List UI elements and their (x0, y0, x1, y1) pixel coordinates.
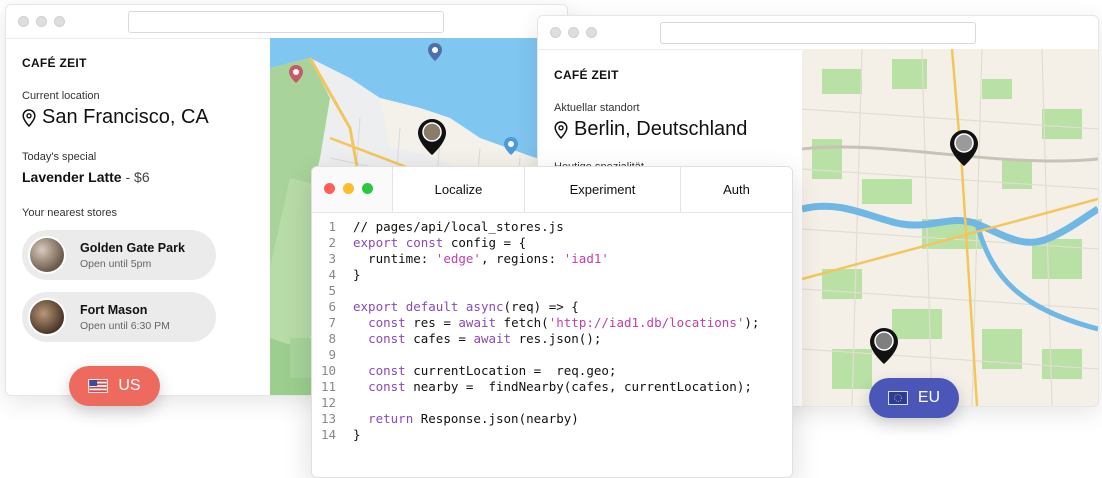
code-line: } (353, 427, 361, 442)
code-line: export const config = { (353, 235, 527, 250)
code-line: export default async(req) => { (353, 299, 579, 314)
editor-tab-bar: Localize Experiment Auth (312, 167, 792, 213)
store-thumbnail (28, 298, 66, 336)
map-marker-icon[interactable] (417, 118, 447, 156)
line-number: 4 (328, 267, 336, 282)
berlin-map[interactable] (802, 49, 1098, 406)
eu-badge-label: EU (917, 389, 941, 406)
us-badge-label: US (118, 377, 141, 394)
line-number: 11 (320, 379, 336, 394)
nearest-stores-label: Your nearest stores (22, 207, 117, 219)
line-number: 3 (328, 251, 336, 266)
line-number: 9 (328, 347, 336, 362)
code-line: return Response.json(nearby) (368, 411, 579, 426)
store-card[interactable]: Fort Mason Open until 6:30 PM (22, 292, 216, 342)
tab-localize[interactable]: Localize (392, 167, 524, 212)
store-name: Fort Mason (80, 302, 148, 317)
current-location-label: Current location (22, 90, 100, 102)
maximize-dot[interactable] (586, 27, 597, 38)
code-line: const cafes = await res.json(); (368, 331, 602, 346)
line-number: 2 (328, 235, 336, 250)
current-location: Berlin, Deutschland (554, 118, 747, 141)
line-number: 5 (328, 283, 336, 298)
code-line: // pages/api/local_stores.js (353, 219, 564, 234)
store-card[interactable]: Golden Gate Park Open until 5pm (22, 230, 216, 280)
line-number: 8 (328, 331, 336, 346)
todays-special: Lavender Latte - $6 (22, 169, 150, 185)
store-hours: Open until 5pm (80, 257, 152, 270)
special-item: Lavender Latte (22, 169, 122, 185)
location-text: Berlin, Deutschland (574, 118, 748, 140)
minimize-dot[interactable] (568, 27, 579, 38)
current-location: San Francisco, CA (22, 106, 209, 129)
map-graphic (802, 49, 1098, 406)
map-marker-icon[interactable] (949, 129, 979, 167)
tab-experiment[interactable]: Experiment (524, 167, 680, 212)
eu-titlebar (538, 16, 1098, 50)
us-region-badge[interactable]: US (69, 366, 160, 406)
brand-name: CAFÉ ZEIT (554, 68, 619, 82)
map-marker-icon[interactable] (869, 327, 899, 365)
map-marker-icon[interactable] (427, 42, 443, 62)
special-label: Today's special (22, 151, 97, 163)
store-thumbnail (28, 236, 66, 274)
line-number: 10 (320, 363, 336, 378)
line-number: 12 (320, 395, 336, 410)
location-pin-icon (554, 120, 568, 139)
line-number: 13 (320, 411, 336, 426)
special-price: $6 (134, 169, 150, 185)
store-name: Golden Gate Park (80, 240, 185, 255)
address-bar[interactable] (128, 11, 444, 33)
tab-auth[interactable]: Auth (680, 167, 792, 212)
minimize-dot[interactable] (36, 16, 47, 27)
close-dot[interactable] (324, 183, 335, 194)
code-line: const currentLocation = req.geo; (368, 363, 617, 378)
address-bar[interactable] (660, 22, 976, 44)
store-hours: Open until 6:30 PM (80, 319, 170, 332)
code-line: runtime: 'edge', regions: 'iad1' (353, 251, 609, 266)
special-separator: - (121, 169, 135, 185)
location-text: San Francisco, CA (42, 106, 209, 128)
us-flag-icon (88, 379, 109, 393)
code-editor-window: Localize Experiment Auth 1 // pages/api/l… (311, 166, 793, 478)
current-location-label: Aktuellar standort (554, 102, 640, 114)
us-titlebar (6, 5, 567, 39)
code-line: } (353, 267, 361, 282)
code-line: const nearby = findNearby(cafes, current… (368, 379, 752, 394)
eu-flag-icon (887, 391, 908, 405)
close-dot[interactable] (550, 27, 561, 38)
line-number: 6 (328, 299, 336, 314)
location-pin-icon (22, 108, 36, 127)
maximize-dot[interactable] (54, 16, 65, 27)
brand-name: CAFÉ ZEIT (22, 56, 87, 70)
maximize-dot[interactable] (362, 183, 373, 194)
minimize-dot[interactable] (343, 183, 354, 194)
map-marker-icon[interactable] (288, 64, 304, 84)
code-line: const res = await fetch('http://iad1.db/… (368, 315, 760, 330)
line-number: 1 (328, 219, 336, 234)
close-dot[interactable] (18, 16, 29, 27)
line-number: 7 (328, 315, 336, 330)
line-number: 14 (320, 427, 336, 442)
map-marker-icon[interactable] (503, 136, 519, 156)
code-block: 1 // pages/api/local_stores.js 2 export con… (312, 219, 792, 459)
eu-region-badge[interactable]: EU (869, 378, 959, 418)
